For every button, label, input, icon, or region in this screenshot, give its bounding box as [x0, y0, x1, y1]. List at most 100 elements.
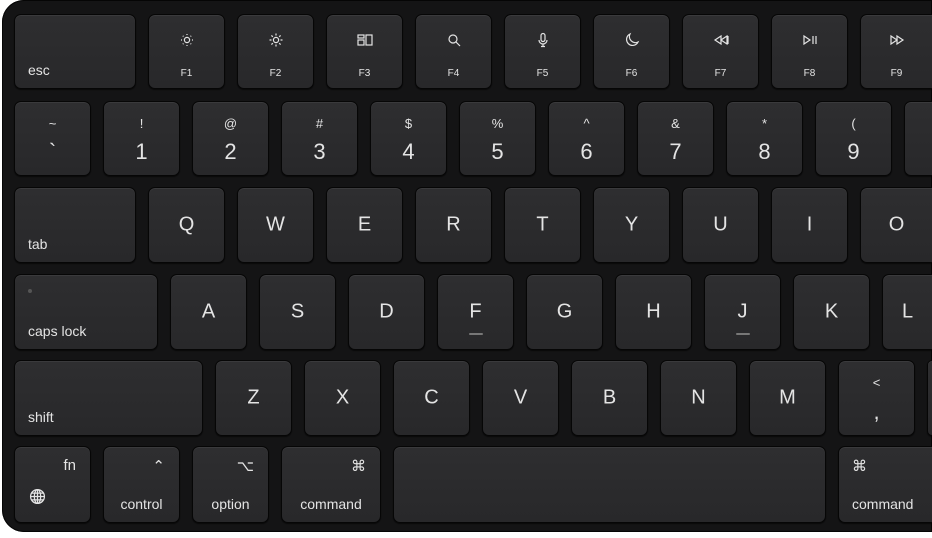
key-label: A	[201, 300, 216, 323]
key-label: B	[602, 386, 617, 409]
key-label: option	[211, 496, 250, 512]
key-e[interactable]: E	[326, 187, 403, 263]
key-shift-symbol: &	[671, 116, 680, 131]
key-control[interactable]: ⌃ control	[103, 446, 180, 523]
key--[interactable]: ~ `	[14, 101, 91, 176]
key-9[interactable]: (9	[815, 101, 892, 176]
key-a[interactable]: A	[170, 274, 247, 350]
key-fn[interactable]: fn	[14, 446, 91, 523]
key-f7[interactable]: F7	[682, 14, 759, 89]
key-o[interactable]: O	[860, 187, 932, 263]
key-label: Y	[624, 213, 639, 236]
key-l[interactable]: L	[882, 274, 932, 350]
key-blank[interactable]	[927, 360, 932, 436]
key-i[interactable]: I	[771, 187, 848, 263]
key-n[interactable]: N	[660, 360, 737, 436]
key-u[interactable]: U	[682, 187, 759, 263]
key-esc[interactable]: esc	[14, 14, 136, 89]
key-label: 1	[135, 139, 148, 164]
key-shift[interactable]: shift	[14, 360, 203, 436]
key-z[interactable]: Z	[215, 360, 292, 436]
key-command[interactable]: ⌘ command	[281, 446, 381, 523]
key-r[interactable]: R	[415, 187, 492, 263]
key-b[interactable]: B	[571, 360, 648, 436]
rewind-icon	[683, 32, 758, 53]
key-2[interactable]: @2	[192, 101, 269, 176]
key-label: F	[469, 300, 482, 323]
key-space[interactable]	[393, 446, 826, 523]
key-symbol: ⌘	[351, 458, 366, 475]
key-label: F2	[269, 68, 282, 79]
key-command[interactable]: ⌘ command	[838, 446, 932, 523]
key-shift-symbol: ~	[48, 116, 57, 131]
key-tab[interactable]: tab	[14, 187, 136, 263]
key-1[interactable]: ! 1	[103, 101, 180, 176]
key-s[interactable]: S	[259, 274, 336, 350]
key-g[interactable]: G	[526, 274, 603, 350]
key-4[interactable]: $4	[370, 101, 447, 176]
key-6[interactable]: ^ 6	[548, 101, 625, 176]
key-label: S	[290, 300, 305, 323]
key-label: `	[48, 139, 57, 164]
key-label: Z	[247, 386, 260, 409]
key-label: F5	[536, 68, 549, 79]
key-3[interactable]: #3	[281, 101, 358, 176]
key-label: ,	[873, 399, 880, 424]
key-label: tab	[28, 236, 48, 252]
globe-icon	[29, 488, 46, 510]
brightness-down-icon	[149, 32, 224, 53]
search-icon	[416, 32, 491, 53]
key-m[interactable]: M	[749, 360, 826, 436]
key-label: shift	[28, 409, 54, 425]
mission-control-icon	[327, 32, 402, 53]
key-label: M	[779, 386, 796, 409]
key-caps-lock[interactable]: caps lock	[14, 274, 158, 350]
key-f1[interactable]: F1	[148, 14, 225, 89]
key-label: L	[901, 300, 914, 323]
key-y[interactable]: Y	[593, 187, 670, 263]
key-c[interactable]: C	[393, 360, 470, 436]
key-h[interactable]: H	[615, 274, 692, 350]
key-w[interactable]: W	[237, 187, 314, 263]
key-5[interactable]: % 5	[459, 101, 536, 176]
key-8[interactable]: * 8	[726, 101, 803, 176]
key-f[interactable]: F	[437, 274, 514, 350]
key-q[interactable]: Q	[148, 187, 225, 263]
key-label: E	[357, 213, 372, 236]
key-label: F9	[890, 68, 903, 79]
key-shift-symbol: !	[139, 116, 144, 131]
key-label: 9	[847, 139, 860, 164]
key-f5[interactable]: F5	[504, 14, 581, 89]
keyboard: esc F1 F2 F3 F4 F5 F6 F7 F8 F9 ~ `! 1 @2 #3 $4% 5 ^ 6 & 7 * 8(…	[2, 0, 932, 532]
key-shift-symbol: %	[491, 116, 504, 131]
key-7[interactable]: & 7	[637, 101, 714, 176]
key-d[interactable]: D	[348, 274, 425, 350]
key-f9[interactable]: F9	[860, 14, 932, 89]
key-k[interactable]: K	[793, 274, 870, 350]
key-shift-symbol: $	[404, 116, 413, 131]
key-v[interactable]: V	[482, 360, 559, 436]
key-label: 7	[669, 139, 682, 164]
key-blank[interactable]	[904, 101, 932, 176]
key-t[interactable]: T	[504, 187, 581, 263]
key-label: F8	[803, 68, 816, 79]
key-label: 3	[313, 139, 326, 164]
key-label: W	[266, 213, 285, 236]
key-label: U	[713, 213, 728, 236]
key-label: 6	[580, 139, 593, 164]
key-j[interactable]: J	[704, 274, 781, 350]
key-label: R	[446, 213, 461, 236]
key-option[interactable]: ⌥ option	[192, 446, 269, 523]
key-f6[interactable]: F6	[593, 14, 670, 89]
key-f2[interactable]: F2	[237, 14, 314, 89]
key-label: I	[806, 213, 813, 236]
key-f8[interactable]: F8	[771, 14, 848, 89]
key-label: F7	[714, 68, 727, 79]
key-f3[interactable]: F3	[326, 14, 403, 89]
key-label: esc	[28, 62, 50, 78]
key-f4[interactable]: F4	[415, 14, 492, 89]
key--[interactable]: <,	[838, 360, 915, 436]
key-label: control	[120, 496, 163, 512]
key-x[interactable]: X	[304, 360, 381, 436]
key-label: command	[852, 496, 914, 512]
